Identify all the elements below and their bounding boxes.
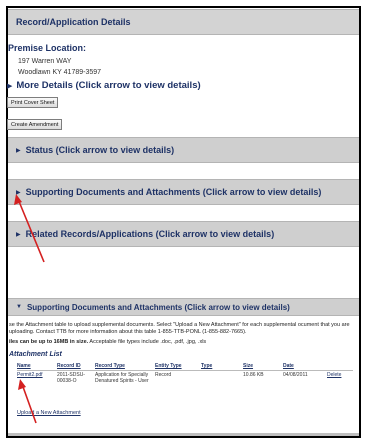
- file-size-note-rest: Acceptable file types include .doc, .pdf…: [88, 339, 207, 345]
- frame-bottom-strip: [8, 433, 359, 436]
- attachment-file-link[interactable]: Permit2.pdf: [17, 372, 43, 378]
- status-section-header[interactable]: ▶ Status (Click arrow to view details): [8, 137, 359, 163]
- create-amendment-button[interactable]: Create Amendment: [7, 119, 63, 130]
- upload-new-attachment-link[interactable]: Upload a New Attachment: [17, 410, 81, 416]
- expand-triangle-icon[interactable]: ▶: [7, 83, 12, 90]
- expand-triangle-icon[interactable]: ▶: [16, 189, 21, 196]
- more-details-label: More Details (Click arrow to view detail…: [16, 80, 201, 91]
- expand-triangle-icon[interactable]: ▶: [16, 231, 21, 238]
- column-header-entity-type[interactable]: Entity Type: [155, 363, 201, 371]
- column-header-action: [327, 363, 353, 371]
- supporting-docs-section-header[interactable]: ▶ Supporting Documents and Attachments (…: [8, 179, 359, 205]
- record-type-cell: Application for Specially Denatured Spir…: [95, 372, 149, 384]
- attachment-instructions: se the Attachment table to upload supple…: [9, 322, 350, 335]
- record-details-header: Record/Application Details: [8, 9, 359, 35]
- date-cell: 04/08/2011: [283, 372, 308, 378]
- collapse-triangle-icon[interactable]: ▼: [16, 304, 22, 310]
- address-line-1: 197 Warren WAY: [18, 58, 72, 65]
- delete-attachment-link[interactable]: Delete: [327, 372, 341, 378]
- related-records-section-label: Related Records/Applications (Click arro…: [25, 229, 275, 239]
- type-cell: [201, 371, 243, 385]
- file-size-note-bold: iles can be up to 16MB in size.: [9, 339, 89, 345]
- status-section-label: Status (Click arrow to view details): [25, 145, 175, 155]
- related-records-section-header[interactable]: ▶ Related Records/Applications (Click ar…: [8, 221, 359, 247]
- file-size-note: iles can be up to 16MB in size. Acceptab…: [9, 339, 357, 346]
- column-header-date[interactable]: Date: [283, 363, 327, 371]
- attachment-list-heading: Attachment List: [9, 351, 62, 358]
- attachment-table: Name Record ID Record Type Entity Type T…: [17, 363, 353, 384]
- entity-type-cell: Record: [155, 372, 172, 378]
- column-header-type[interactable]: Type: [201, 363, 243, 371]
- column-header-name[interactable]: Name: [17, 363, 57, 371]
- expand-triangle-icon[interactable]: ▶: [16, 147, 21, 154]
- record-id-cell: 2011-SDSU-00038-O: [57, 372, 85, 384]
- print-cover-sheet-button[interactable]: Print Cover Sheet: [7, 97, 59, 108]
- size-cell: 10.86 KB: [243, 372, 264, 378]
- premise-location-label: Premise Location:: [8, 43, 87, 53]
- attachment-table-header: Name Record ID Record Type Entity Type T…: [17, 363, 353, 371]
- table-row: Permit2.pdf 2011-SDSU-00038-O Applicatio…: [17, 371, 353, 385]
- supporting-docs-expanded-label: Supporting Documents and Attachments (Cl…: [26, 302, 290, 312]
- address-line-2: Woodlawn KY 41789-3597: [18, 69, 102, 76]
- page-title: Record/Application Details: [16, 17, 131, 27]
- supporting-docs-section-label: Supporting Documents and Attachments (Cl…: [25, 187, 322, 197]
- column-header-record-type[interactable]: Record Type: [95, 363, 155, 371]
- supporting-docs-expanded-header[interactable]: ▼ Supporting Documents and Attachments (…: [8, 298, 359, 316]
- more-details-toggle[interactable]: ▶ More Details (Click arrow to view detai…: [7, 80, 201, 91]
- column-header-record-id[interactable]: Record ID: [57, 363, 95, 371]
- column-header-size[interactable]: Size: [243, 363, 283, 371]
